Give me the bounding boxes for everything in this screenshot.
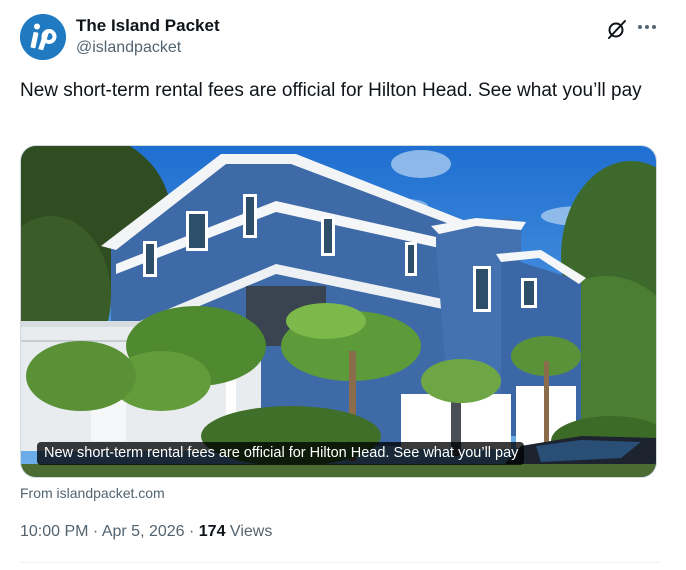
more-options-icon[interactable] [636, 16, 658, 38]
avatar[interactable] [20, 14, 66, 60]
card-source-link[interactable]: From islandpacket.com [20, 484, 165, 502]
tweet-date[interactable]: Apr 5, 2026 [102, 523, 185, 540]
grok-icon[interactable] [606, 18, 628, 40]
author-display-name[interactable]: The Island Packet [76, 15, 220, 37]
views-count[interactable]: 174 [199, 523, 226, 540]
tweet-text: New short-term rental fees are official … [20, 80, 642, 101]
link-card[interactable]: New short-term rental fees are official … [20, 145, 657, 478]
author-handle[interactable]: @islandpacket [76, 37, 220, 59]
divider [20, 562, 660, 563]
tweet-time[interactable]: 10:00 PM [20, 523, 88, 540]
island-packet-logo-icon [20, 14, 66, 60]
views-label[interactable]: Views [225, 523, 272, 540]
house-photo [21, 146, 656, 477]
meta-separator: · [184, 523, 199, 540]
author-block: The Island Packet @islandpacket [76, 15, 220, 59]
tweet-meta: 10:00 PM · Apr 5, 2026 · 174 Views [20, 522, 272, 542]
card-caption: New short-term rental fees are official … [37, 442, 525, 465]
meta-separator: · [88, 523, 102, 540]
